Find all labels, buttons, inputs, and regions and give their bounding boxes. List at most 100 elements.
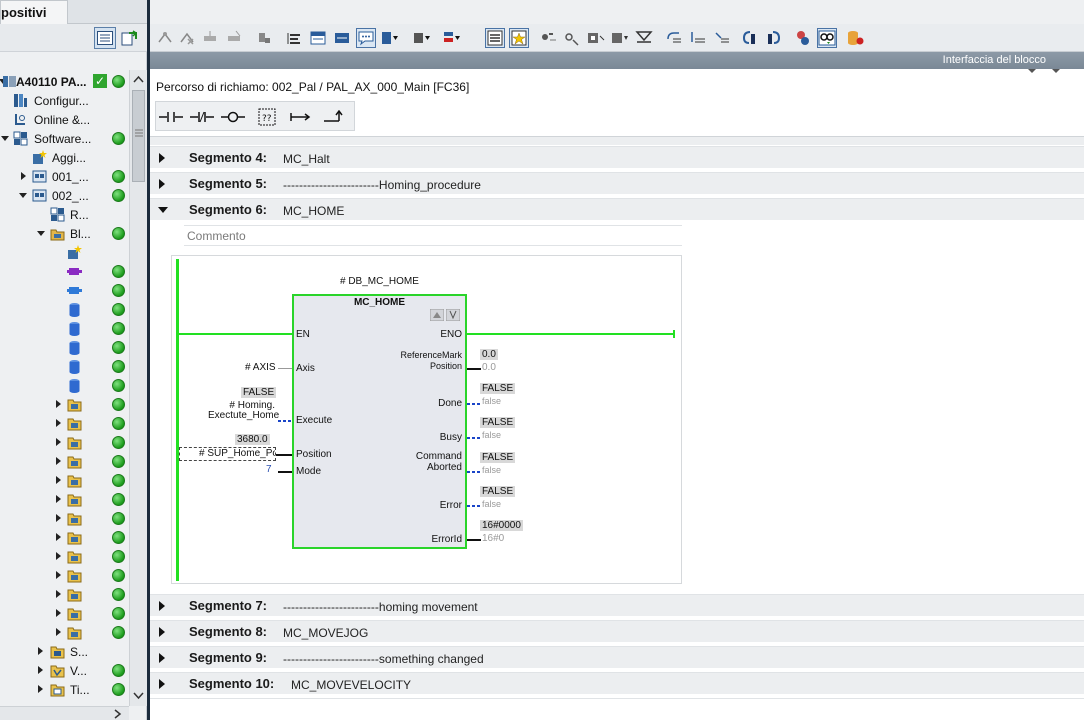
tree-item-group-folder[interactable] — [0, 414, 129, 433]
cross-reference-button[interactable] — [793, 28, 813, 48]
open-branch-button[interactable] — [286, 106, 316, 128]
align-left-button[interactable] — [284, 28, 304, 48]
expand-arrow-icon[interactable] — [158, 627, 166, 637]
insert-network-button[interactable] — [155, 28, 175, 48]
close-branch-button[interactable] — [224, 28, 244, 48]
tree-item-group-folder[interactable] — [0, 395, 129, 414]
tree-item-configuration[interactable]: Configur... — [0, 91, 129, 110]
tree-item-group-folder[interactable] — [0, 604, 129, 623]
expand-arrow-icon[interactable] — [158, 153, 166, 163]
tree-item-data-types[interactable]: Ti... — [0, 680, 129, 699]
scroll-right-icon[interactable] — [114, 709, 122, 719]
go-to-button[interactable] — [664, 28, 684, 48]
tree-item-software[interactable]: Software... — [0, 129, 129, 148]
block-info-icon[interactable] — [430, 309, 444, 321]
tree-item-blocks[interactable]: Bl... — [0, 224, 129, 243]
expand-arrow-icon[interactable] — [158, 653, 166, 663]
tree-item-online[interactable]: Online &... — [0, 110, 129, 129]
scroll-thumb[interactable] — [132, 90, 145, 182]
breakpoint-button[interactable] — [586, 28, 606, 48]
scroll-up-icon[interactable] — [133, 75, 144, 83]
go-to-previous-button[interactable] — [712, 28, 732, 48]
scroll-down-icon[interactable] — [133, 692, 144, 700]
tree-item-folder-002[interactable]: 002_... — [0, 186, 129, 205]
tree-item-group-folder[interactable] — [0, 623, 129, 642]
tree-item-system-blocks[interactable]: S... — [0, 642, 129, 661]
network-header-7[interactable]: Segmento 7: ------------------------homi… — [150, 594, 1084, 616]
tree-item-project[interactable]: A40110 PA... ✓ — [0, 72, 129, 91]
tree-item-block-fc[interactable] — [0, 281, 129, 300]
tree-item-relations[interactable]: R... — [0, 205, 129, 224]
network-header-10[interactable]: Segmento 10: MC_MOVEVELOCITY — [150, 672, 1084, 694]
online-db-button[interactable] — [845, 28, 865, 48]
tree-item-add-block[interactable] — [0, 243, 129, 262]
collapse-all-button[interactable] — [332, 28, 352, 48]
position-operand[interactable]: # SUP_Home_Pos — [179, 447, 276, 461]
mc-home-block[interactable]: MC_HOME EN Axis Execute Position Mode EN… — [292, 294, 467, 549]
insert-branch-button[interactable] — [200, 28, 220, 48]
tree-item-group-folder[interactable] — [0, 566, 129, 585]
call-environment-button[interactable] — [610, 28, 630, 48]
tree-item-group-folder[interactable] — [0, 452, 129, 471]
monitoring-view-button[interactable] — [817, 28, 837, 48]
block-version-icon[interactable] — [446, 309, 460, 321]
tree-item-block-db[interactable] — [0, 338, 129, 357]
no-contact-button[interactable] — [156, 106, 186, 128]
tree-item-block-db[interactable] — [0, 376, 129, 395]
tree-item-group-folder[interactable] — [0, 547, 129, 566]
list-button[interactable] — [485, 28, 505, 48]
tree-item-group-folder[interactable] — [0, 509, 129, 528]
go-to-next-button[interactable] — [688, 28, 708, 48]
close-branch-tool-button[interactable] — [319, 106, 349, 128]
show-comments-button[interactable] — [356, 28, 376, 48]
absolute-operands-button[interactable] — [380, 28, 400, 48]
execute-operand-2[interactable]: Exectute_Home — [208, 410, 279, 421]
coil-button[interactable] — [218, 106, 248, 128]
favorites-button[interactable] — [412, 28, 432, 48]
highlight-button[interactable] — [509, 28, 529, 48]
tree-item-block-db[interactable] — [0, 357, 129, 376]
step-button[interactable] — [634, 28, 654, 48]
tree-item-group-folder[interactable] — [0, 471, 129, 490]
device-cpu-icon — [3, 76, 16, 87]
delete-network-button[interactable] — [177, 28, 197, 48]
jump-forward-button[interactable] — [764, 28, 784, 48]
axis-operand[interactable]: # AXIS — [245, 362, 276, 373]
nc-contact-button[interactable] — [187, 106, 217, 128]
jump-back-button[interactable] — [740, 28, 760, 48]
overview-view-button[interactable] — [94, 27, 116, 49]
block-interface-bar[interactable]: Interfaccia del blocco — [150, 52, 1084, 73]
network-comment-field[interactable]: Commento — [184, 225, 682, 246]
tree-item-group-folder[interactable] — [0, 585, 129, 604]
expand-all-button[interactable] — [308, 28, 328, 48]
tree-item-group-folder[interactable] — [0, 433, 129, 452]
tree-vertical-scrollbar[interactable] — [129, 70, 147, 706]
empty-box-button[interactable]: ?? — [252, 106, 282, 128]
network-header-6[interactable]: Segmento 6: MC_HOME — [150, 198, 1084, 220]
tree-item-add[interactable]: Aggi... — [0, 148, 129, 167]
network-header-8[interactable]: Segmento 8: MC_MOVEJOG — [150, 620, 1084, 642]
monitor-on-button[interactable] — [538, 28, 558, 48]
network-header-5[interactable]: Segmento 5: ------------------------Homi… — [150, 172, 1084, 194]
tree-item-variables[interactable]: V... — [0, 661, 129, 680]
mode-operand[interactable]: 7 — [266, 464, 272, 475]
tree-horizontal-scrollbar[interactable] — [0, 706, 129, 720]
expand-arrow-icon[interactable] — [158, 679, 166, 689]
tree-item-block-ob[interactable] — [0, 262, 129, 281]
tree-item-block-db[interactable] — [0, 319, 129, 338]
expand-arrow-icon[interactable] — [158, 601, 166, 611]
expand-arrow-icon[interactable] — [158, 179, 166, 189]
instance-db-name[interactable]: # DB_MC_HOME — [340, 276, 419, 287]
project-tree-tab[interactable]: positivi — [0, 0, 68, 24]
collapse-arrow-icon[interactable] — [158, 206, 168, 214]
network-header-4[interactable]: Segmento 4: MC_Halt — [150, 146, 1084, 168]
network-header-9[interactable]: Segmento 9: ------------------------some… — [150, 646, 1084, 668]
export-button[interactable] — [118, 27, 140, 49]
monitor-off-button[interactable] — [562, 28, 582, 48]
tree-item-group-folder[interactable] — [0, 528, 129, 547]
insert-contact-button[interactable] — [254, 28, 274, 48]
tree-item-group-folder[interactable] — [0, 490, 129, 509]
tree-item-block-db[interactable] — [0, 300, 129, 319]
network-overview-button[interactable] — [442, 28, 462, 48]
tree-item-folder-001[interactable]: 001_... — [0, 167, 129, 186]
